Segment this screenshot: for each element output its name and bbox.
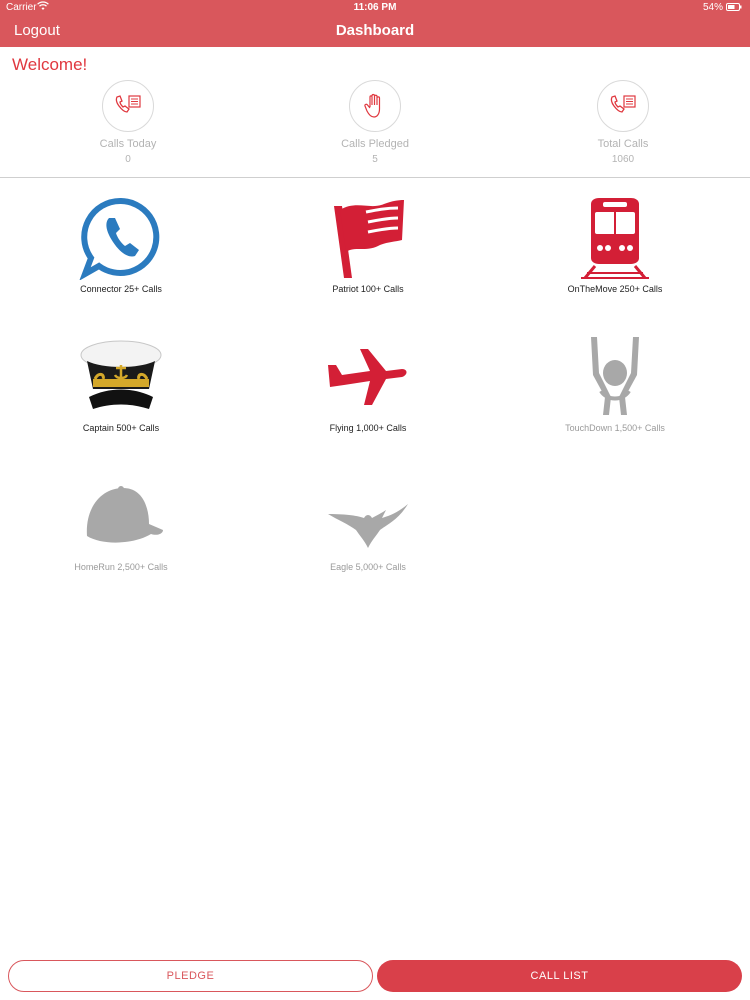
badge-homerun[interactable]: HomeRun 2,500+ Calls: [21, 468, 221, 572]
badge-caption: TouchDown 1,500+ Calls: [565, 423, 665, 433]
badge-caption: Flying 1,000+ Calls: [329, 423, 407, 433]
battery-percent: 54%: [702, 2, 723, 13]
stat-calls-today: Calls Today 0: [48, 80, 208, 165]
nav-bar: Logout Dashboard: [0, 15, 750, 47]
badge-flying[interactable]: Flying 1,000+ Calls: [268, 329, 468, 433]
badge-caption: OnTheMove 250+ Calls: [567, 284, 663, 294]
stat-total-calls: Total Calls 1060: [543, 80, 703, 165]
status-time: 11:06 PM: [353, 2, 397, 13]
phone-list-icon: [102, 80, 154, 132]
baseball-cap-icon: [21, 468, 221, 558]
phone-bubble-icon: [21, 190, 221, 280]
stat-calls-pledged: Calls Pledged 5: [295, 80, 455, 165]
badge-caption: Connector 25+ Calls: [80, 284, 162, 294]
battery-icon: [726, 3, 742, 14]
badge-caption: HomeRun 2,500+ Calls: [74, 562, 168, 572]
badge-caption: Eagle 5,000+ Calls: [330, 562, 406, 572]
badge-connector[interactable]: Connector 25+ Calls: [21, 190, 221, 294]
stat-label: Calls Today: [99, 138, 157, 150]
phone-list-icon: [597, 80, 649, 132]
eagle-icon: [268, 468, 468, 558]
stat-label: Calls Pledged: [341, 138, 409, 150]
badge-caption: Patriot 100+ Calls: [332, 284, 404, 294]
touchdown-icon: [515, 329, 715, 419]
page-title: Dashboard: [335, 22, 415, 39]
badge-eagle[interactable]: Eagle 5,000+ Calls: [268, 468, 468, 572]
badge-caption: Captain 500+ Calls: [82, 423, 160, 433]
badge-captain[interactable]: Captain 500+ Calls: [21, 329, 221, 433]
train-icon: [515, 190, 715, 280]
badge-touchdown[interactable]: TouchDown 1,500+ Calls: [515, 329, 715, 433]
stat-value: 0: [125, 154, 131, 165]
call-list-button[interactable]: CALL LIST: [377, 960, 742, 992]
welcome-heading: Welcome!: [12, 55, 88, 74]
airplane-icon: [268, 329, 468, 419]
section-divider: [0, 177, 750, 178]
status-bar: Carrier 11:06 PM 54%: [0, 0, 750, 15]
captain-hat-icon: [21, 329, 221, 419]
badge-patriot[interactable]: Patriot 100+ Calls: [268, 190, 468, 294]
pledge-button[interactable]: PLEDGE: [8, 960, 373, 992]
flag-icon: [268, 190, 468, 280]
badge-onthemove[interactable]: OnTheMove 250+ Calls: [515, 190, 715, 294]
stat-value: 5: [372, 154, 378, 165]
raised-hand-icon: [349, 80, 401, 132]
stat-value: 1060: [611, 154, 635, 165]
stat-label: Total Calls: [597, 138, 649, 150]
